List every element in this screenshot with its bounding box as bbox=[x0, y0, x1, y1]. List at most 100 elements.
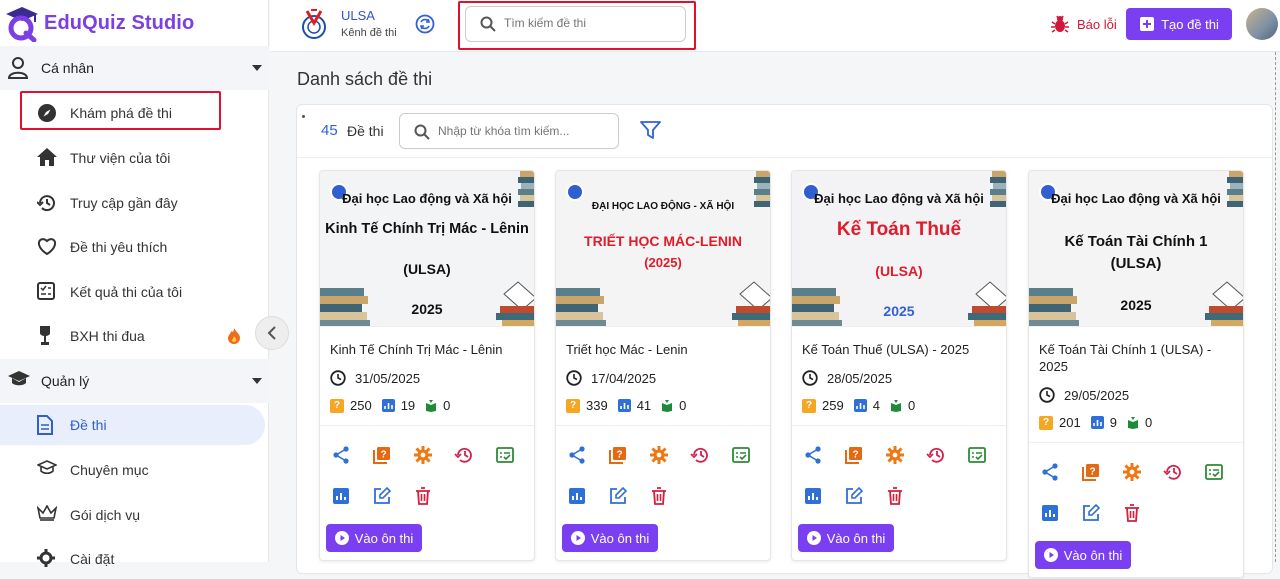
statistics-button[interactable] bbox=[320, 475, 361, 516]
switch-channel-icon[interactable] bbox=[415, 14, 435, 34]
question-bank-button[interactable]: ? bbox=[833, 434, 874, 475]
exam-title[interactable]: Kế Toán Tài Chính 1 (ULSA) - 2025 bbox=[1029, 327, 1243, 375]
exam-thumbnail[interactable]: Đại học Lao động và Xã hội Kế Toán Thuế … bbox=[792, 171, 1006, 327]
question-bank-icon: ? bbox=[1081, 463, 1099, 481]
edit-button[interactable] bbox=[597, 475, 638, 516]
settings-button[interactable] bbox=[874, 434, 915, 475]
statistics-button[interactable] bbox=[556, 475, 597, 516]
delete-button[interactable] bbox=[1111, 492, 1152, 533]
exam-title[interactable]: Kế Toán Thuế (ULSA) - 2025 bbox=[792, 327, 1006, 358]
results-button[interactable] bbox=[956, 434, 997, 475]
results-button[interactable] bbox=[484, 434, 525, 475]
like-count: 0 bbox=[679, 398, 687, 413]
start-review-button[interactable]: Vào ôn thi bbox=[562, 524, 658, 552]
books-left bbox=[320, 284, 370, 326]
edit-button[interactable] bbox=[361, 475, 402, 516]
share-button[interactable] bbox=[1029, 451, 1070, 492]
exam-search-box[interactable] bbox=[399, 113, 619, 149]
settings-button[interactable] bbox=[1111, 451, 1152, 492]
results-button[interactable] bbox=[720, 434, 761, 475]
header-search-input[interactable] bbox=[504, 16, 674, 30]
sidebar-item-recent[interactable]: Truy cập gần đây bbox=[0, 183, 269, 223]
edit-button[interactable] bbox=[833, 475, 874, 516]
section-manage[interactable]: Quản lý bbox=[0, 359, 269, 403]
question-bank-button[interactable]: ? bbox=[361, 434, 402, 475]
history-button[interactable] bbox=[443, 434, 484, 475]
analytics-icon bbox=[804, 487, 821, 504]
settings-button[interactable] bbox=[402, 434, 443, 475]
page-title: Danh sách đề thi bbox=[297, 69, 433, 89]
history-icon bbox=[1163, 464, 1181, 480]
statistics-button[interactable] bbox=[792, 475, 833, 516]
user-avatar[interactable] bbox=[1246, 8, 1278, 40]
exam-thumbnail[interactable]: ĐẠI HỌC LAO ĐỘNG - XÃ HỘI TRIẾT HỌC MÁC-… bbox=[556, 171, 770, 327]
delete-button[interactable] bbox=[638, 475, 679, 516]
statistics-button[interactable] bbox=[1029, 492, 1070, 533]
create-exam-button[interactable]: Tạo đề thi bbox=[1126, 8, 1232, 40]
like-count: 0 bbox=[443, 398, 451, 413]
edit-button[interactable] bbox=[1070, 492, 1111, 533]
sidebar-item-favorites[interactable]: Đề thi yêu thích bbox=[0, 227, 269, 267]
crown-icon bbox=[37, 505, 57, 521]
sidebar-item-plans[interactable]: Gói dịch vụ bbox=[0, 495, 269, 535]
thumbnail-title: TRIẾT HỌC MÁC-LENIN bbox=[584, 233, 742, 249]
sidebar-item-exams[interactable]: Đề thi bbox=[0, 405, 265, 445]
history-button[interactable] bbox=[679, 434, 720, 475]
exam-card-1[interactable]: Đại học Lao động và Xã hội Kinh Tế Chính… bbox=[319, 170, 535, 561]
app-logo[interactable]: EduQuiz Studio bbox=[4, 4, 194, 42]
sidebar-item-settings[interactable]: Cài đặt bbox=[0, 539, 269, 579]
sidebar-item-label: Kết quả thi của tôi bbox=[70, 284, 183, 300]
start-review-button[interactable]: Vào ôn thi bbox=[326, 524, 422, 552]
create-exam-label: Tạo đề thi bbox=[1161, 16, 1219, 32]
share-icon bbox=[568, 445, 585, 464]
exam-card-4[interactable]: Đại học Lao động và Xã hội Kế Toán Tài C… bbox=[1028, 170, 1244, 578]
exam-title[interactable]: Kinh Tế Chính Trị Mác - Lênin bbox=[320, 327, 534, 358]
start-review-button[interactable]: Vào ôn thi bbox=[798, 524, 894, 552]
question-bank-button[interactable]: ? bbox=[597, 434, 638, 475]
header-search-box[interactable] bbox=[465, 6, 686, 42]
panel-dot bbox=[302, 115, 305, 118]
exam-actions: ? bbox=[792, 425, 1006, 516]
sidebar-item-results[interactable]: Kết quả thi của tôi bbox=[0, 272, 269, 312]
history-button[interactable] bbox=[1152, 451, 1193, 492]
book-stack-icon bbox=[1127, 416, 1138, 429]
exam-thumbnail[interactable]: Đại học Lao động và Xã hội Kế Toán Tài C… bbox=[1029, 171, 1243, 327]
exam-thumbnail[interactable]: Đại học Lao động và Xã hội Kinh Tế Chính… bbox=[320, 171, 534, 327]
question-bank-button[interactable]: ? bbox=[1070, 451, 1111, 492]
share-button[interactable] bbox=[792, 434, 833, 475]
book-stack-icon bbox=[662, 399, 673, 412]
exam-search-input[interactable] bbox=[438, 124, 608, 138]
section-personal[interactable]: Cá nhân bbox=[0, 46, 269, 90]
start-review-label: Vào ôn thi bbox=[826, 530, 886, 546]
view-count: 4 bbox=[872, 398, 880, 413]
delete-button[interactable] bbox=[874, 475, 915, 516]
filter-icon[interactable] bbox=[640, 121, 661, 140]
exam-card-3[interactable]: Đại học Lao động và Xã hội Kế Toán Thuế … bbox=[791, 170, 1007, 561]
report-bug-button[interactable]: Báo lỗi bbox=[1050, 14, 1117, 34]
channel-name[interactable]: ULSA bbox=[341, 8, 375, 23]
collapse-sidebar-button[interactable] bbox=[255, 316, 289, 350]
history-icon bbox=[690, 447, 708, 463]
section-personal-label: Cá nhân bbox=[41, 60, 94, 76]
exam-title[interactable]: Triết học Mác - Lenin bbox=[556, 327, 770, 358]
results-button[interactable] bbox=[1193, 451, 1234, 492]
settings-button[interactable] bbox=[638, 434, 679, 475]
sidebar-item-categories[interactable]: Chuyên mục bbox=[0, 450, 269, 490]
page-scrollbar[interactable] bbox=[1275, 52, 1280, 562]
section-manage-label: Quản lý bbox=[41, 373, 90, 389]
thumbnail-title: Kế Toán Thuế bbox=[836, 219, 962, 240]
app-name: EduQuiz Studio bbox=[44, 11, 195, 34]
start-review-button[interactable]: Vào ôn thi bbox=[1035, 541, 1131, 569]
search-icon bbox=[414, 124, 430, 140]
sidebar-item-library[interactable]: Thư viện của tôi bbox=[0, 138, 269, 178]
book-stack-icon bbox=[890, 399, 901, 412]
caret-down-icon bbox=[252, 378, 262, 384]
share-button[interactable] bbox=[556, 434, 597, 475]
sidebar-item-leaderboard[interactable]: BXH thi đua bbox=[0, 316, 269, 356]
share-button[interactable] bbox=[320, 434, 361, 475]
channel-logo[interactable] bbox=[301, 9, 327, 41]
checklist-icon bbox=[1204, 463, 1223, 480]
delete-button[interactable] bbox=[402, 475, 443, 516]
history-button[interactable] bbox=[915, 434, 956, 475]
exam-card-2[interactable]: ĐẠI HỌC LAO ĐỘNG - XÃ HỘI TRIẾT HỌC MÁC-… bbox=[555, 170, 771, 561]
